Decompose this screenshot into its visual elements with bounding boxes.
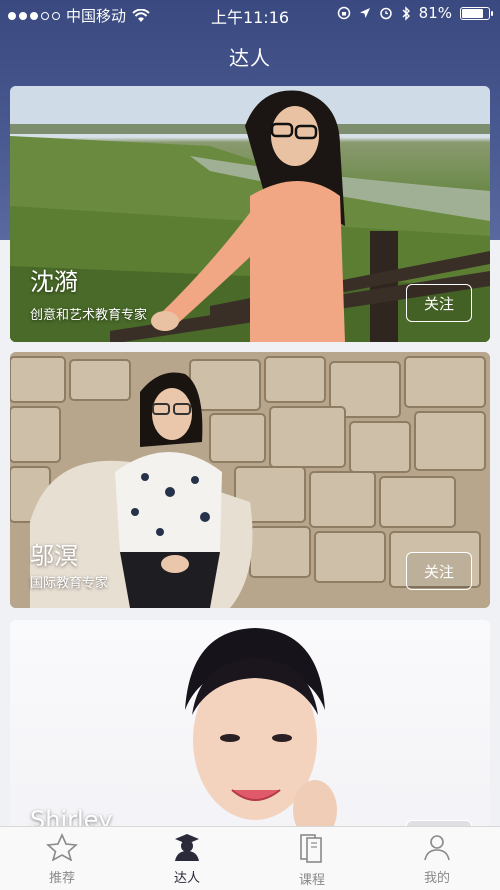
battery-percent: 81% [418, 4, 452, 22]
location-icon [359, 8, 370, 18]
expert-name: 邬溟 [30, 542, 78, 570]
expert-card[interactable]: 沈漪 创意和艺术教育专家 关注 [10, 86, 490, 342]
tab-mine[interactable]: 我的 [387, 833, 487, 886]
follow-button[interactable]: 关注 [406, 552, 472, 590]
follow-button[interactable]: 关注 [406, 284, 472, 322]
battery-icon [460, 6, 493, 20]
tab-label: 我的 [423, 871, 450, 886]
expert-title: 国际教育专家 [30, 576, 109, 591]
tab-label: 达人 [173, 871, 200, 886]
bluetooth-icon [402, 5, 410, 21]
tab-label: 课程 [298, 873, 325, 888]
status-bar: 中国移动 上午11:16 81% [0, 0, 500, 28]
expert-title: 创意和艺术教育专家 [30, 308, 148, 323]
tab-experts[interactable]: 达人 [137, 833, 237, 886]
page-title: 达人 [229, 46, 271, 70]
alarm-icon [379, 7, 392, 20]
tab-label: 推荐 [48, 871, 75, 886]
tab-recommend[interactable]: 推荐 [12, 833, 112, 886]
rotation-lock-icon [337, 6, 350, 20]
star-icon [46, 833, 78, 862]
expert-name: 沈漪 [30, 268, 78, 296]
expert-card[interactable]: Shirley 关注 [10, 620, 490, 840]
graduate-icon [175, 834, 199, 861]
expert-card[interactable]: 邬溟 国际教育专家 关注 [10, 352, 490, 608]
profile-icon [424, 835, 450, 861]
tab-courses[interactable]: 课程 [262, 833, 362, 888]
tab-bar: 推荐 达人 课程 我的 [0, 826, 500, 890]
book-icon [300, 834, 322, 863]
